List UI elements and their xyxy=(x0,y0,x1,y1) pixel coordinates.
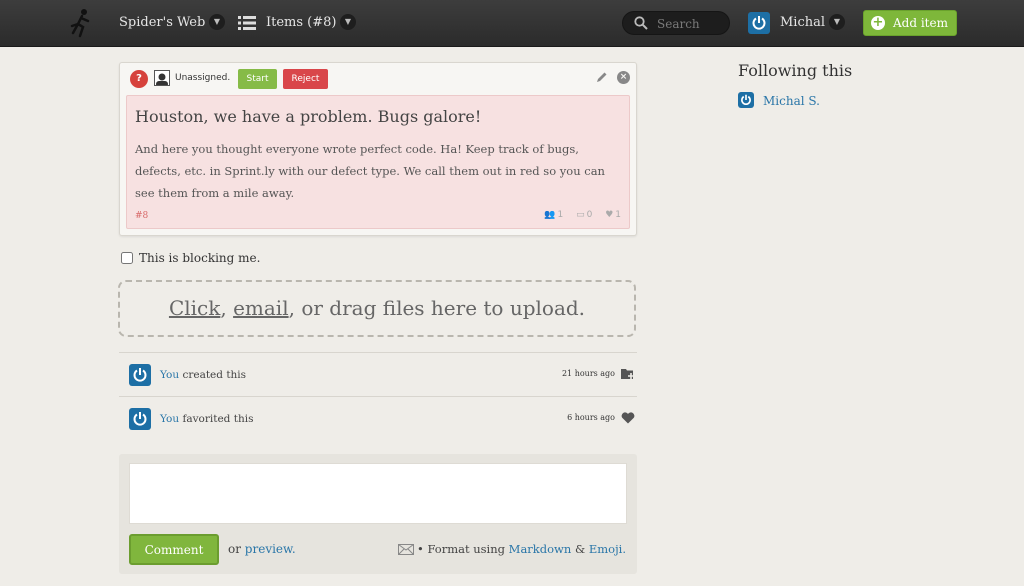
power-icon xyxy=(752,16,766,30)
activity-action: created this xyxy=(182,369,247,381)
search-icon xyxy=(634,16,648,30)
favorites-icon: ♥ xyxy=(605,210,614,220)
search-input[interactable] xyxy=(657,15,723,33)
add-item-label: Add item xyxy=(893,16,948,30)
user-name[interactable]: Michal xyxy=(780,15,825,30)
item-card: ? Unassigned. Start Reject × Houston, we… xyxy=(119,62,637,236)
search-box[interactable] xyxy=(622,11,730,35)
preview-text: or preview. xyxy=(228,542,296,556)
close-icon[interactable]: × xyxy=(617,71,630,84)
edit-icon[interactable] xyxy=(595,71,608,84)
comment-box: Comment or preview. • Format using Markd… xyxy=(119,454,637,574)
comments-count: 0 xyxy=(586,210,593,220)
reject-button[interactable]: Reject xyxy=(283,69,328,89)
card-body[interactable]: Houston, we have a problem. Bugs galore!… xyxy=(126,95,630,229)
markdown-link[interactable]: Markdown xyxy=(509,542,572,556)
item-description: And here you thought everyone wrote perf… xyxy=(135,142,605,200)
power-icon xyxy=(133,368,147,382)
upload-rest-text: , or drag files here to upload. xyxy=(288,296,586,320)
activity-action: favorited this xyxy=(182,413,254,425)
power-icon xyxy=(741,94,751,105)
activity-actor[interactable]: You xyxy=(160,413,179,425)
following-title: Following this xyxy=(738,61,853,80)
items-nav[interactable]: Items (#8) xyxy=(266,15,337,30)
upload-sep: , xyxy=(220,296,234,320)
comments-icon: ▭ xyxy=(576,210,585,220)
list-icon[interactable] xyxy=(238,16,256,30)
upload-dropzone[interactable]: Click, email, or drag files here to uplo… xyxy=(118,280,636,337)
comment-input[interactable] xyxy=(129,463,627,524)
activity-row: You created this 21 hours ago xyxy=(119,352,637,397)
activity-time: 6 hours ago xyxy=(567,413,615,422)
blocking-checkbox[interactable] xyxy=(121,252,133,264)
activity-text: You favorited this xyxy=(160,413,253,425)
email-upload-link[interactable]: email xyxy=(233,296,289,320)
item-title[interactable]: Houston, we have a problem. Bugs galore! xyxy=(135,107,481,126)
activity-avatar[interactable] xyxy=(129,364,151,386)
folder-add-icon xyxy=(621,369,634,379)
item-stats: 👥 1 ▭ 0 ♥ 1 xyxy=(538,210,621,220)
activity-time: 21 hours ago xyxy=(561,369,615,378)
activity-row: You favorited this 6 hours ago xyxy=(119,396,637,441)
activity-actor[interactable]: You xyxy=(160,369,179,381)
followers-icon: 👥 xyxy=(544,210,556,220)
blocking-option[interactable]: This is blocking me. xyxy=(121,251,260,265)
comment-button[interactable]: Comment xyxy=(129,534,219,565)
or-label: or xyxy=(228,542,241,556)
user-dropdown-icon[interactable]: ▼ xyxy=(829,14,845,30)
heart-icon xyxy=(621,412,635,424)
status-icon[interactable]: ? xyxy=(130,70,148,88)
plus-icon: + xyxy=(871,15,885,30)
blocking-label: This is blocking me. xyxy=(139,251,261,265)
assignee-label[interactable]: Unassigned. xyxy=(175,73,230,83)
start-button[interactable]: Start xyxy=(238,69,277,89)
user-silhouette-icon xyxy=(156,73,168,85)
amp-text: & xyxy=(574,542,586,556)
assignee-avatar[interactable] xyxy=(154,70,170,86)
item-number[interactable]: #8 xyxy=(135,211,148,221)
top-bar: Spider's Web ▼ Items (#8) ▼ Michal ▼ + A… xyxy=(0,0,1024,47)
mail-icon[interactable] xyxy=(398,544,414,555)
follower-name[interactable]: Michal S. xyxy=(763,94,820,108)
format-text: • Format using xyxy=(417,542,506,556)
items-dropdown-icon[interactable]: ▼ xyxy=(340,14,356,30)
add-item-button[interactable]: + Add item xyxy=(863,10,957,36)
project-name[interactable]: Spider's Web xyxy=(119,15,205,30)
click-upload-link[interactable]: Click xyxy=(169,296,220,320)
follower-avatar[interactable] xyxy=(738,92,754,108)
project-dropdown-icon[interactable]: ▼ xyxy=(209,14,225,30)
format-help: • Format using Markdown & Emoji. xyxy=(398,542,626,556)
power-icon xyxy=(133,412,147,426)
favorites-count: 1 xyxy=(615,210,621,220)
user-avatar[interactable] xyxy=(748,12,770,34)
sprintly-logo-icon[interactable] xyxy=(66,8,94,38)
preview-link[interactable]: preview. xyxy=(245,542,296,556)
activity-text: You created this xyxy=(160,369,246,381)
emoji-link[interactable]: Emoji. xyxy=(589,542,626,556)
followers-count: 1 xyxy=(557,210,564,220)
activity-avatar[interactable] xyxy=(129,408,151,430)
